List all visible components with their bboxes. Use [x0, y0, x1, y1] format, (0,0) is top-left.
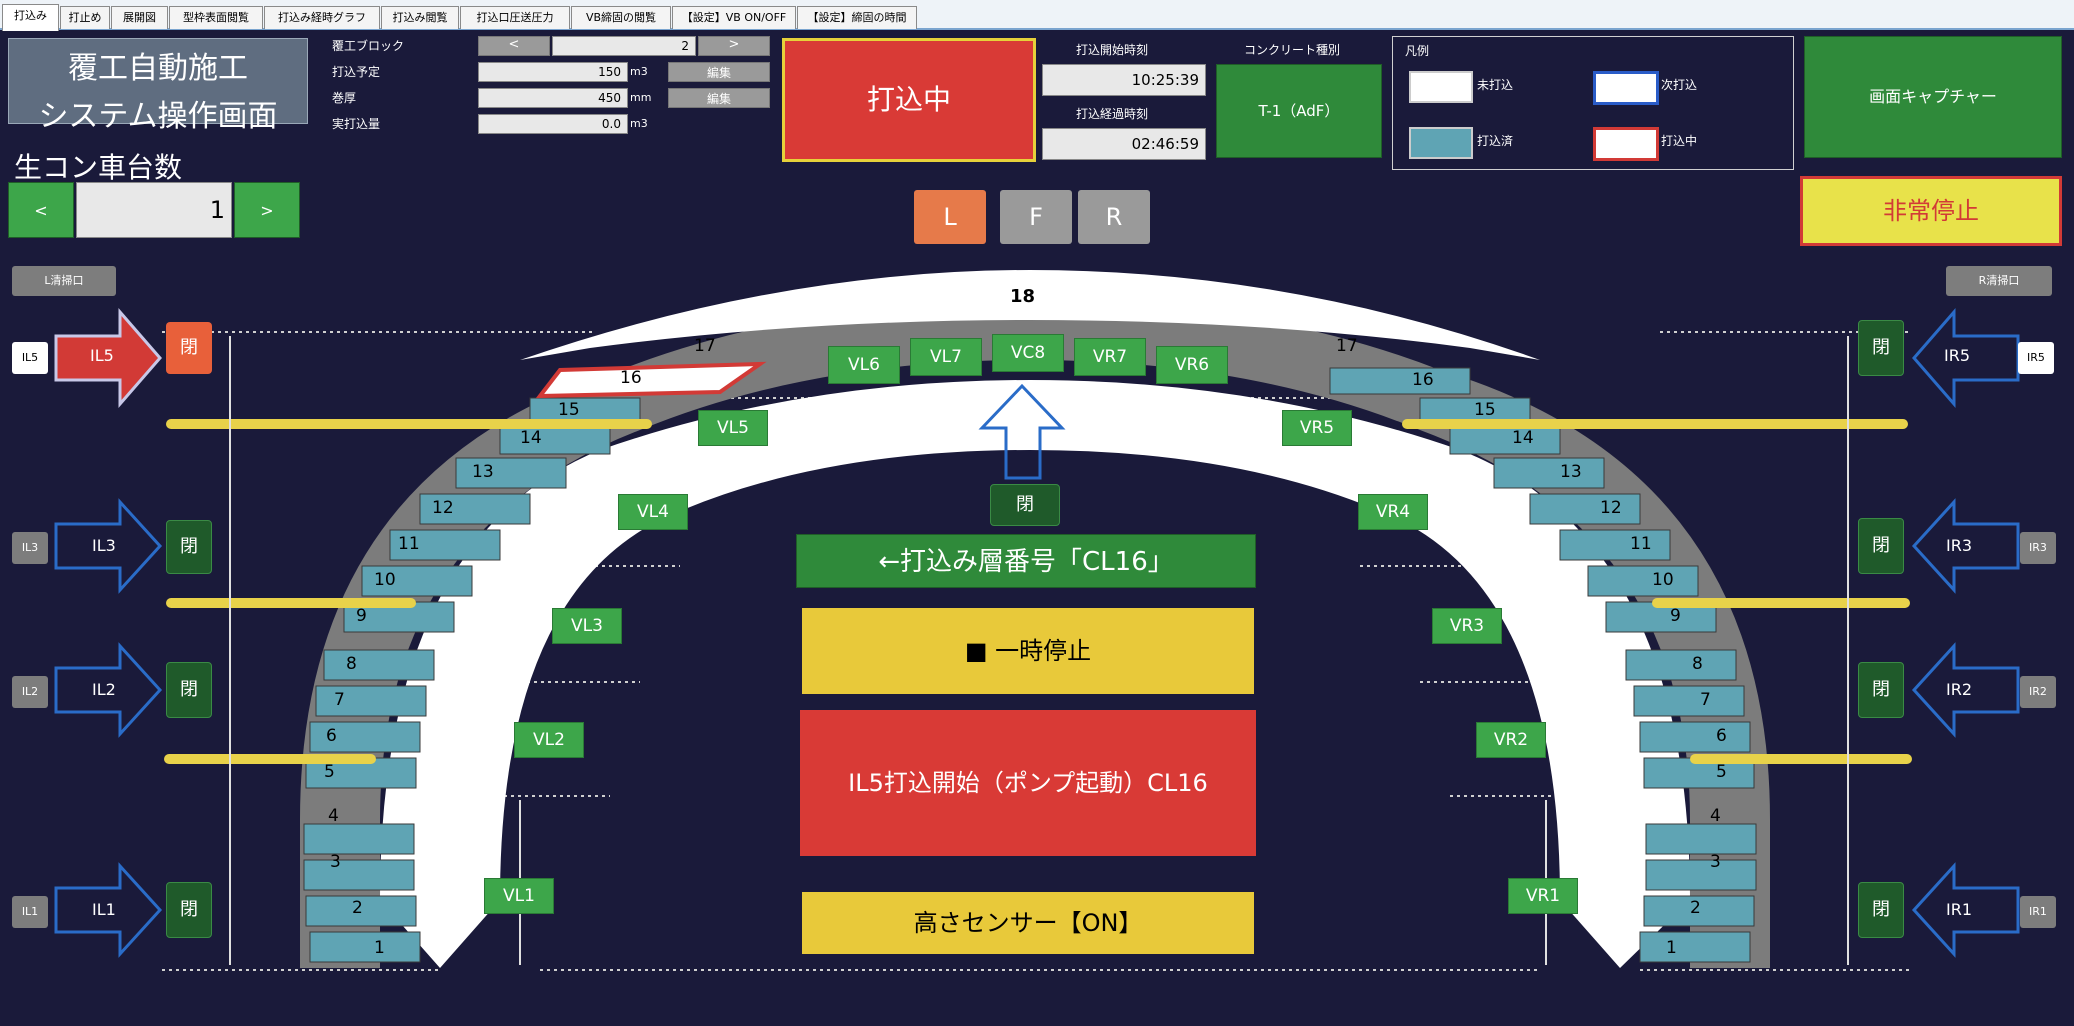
- vibrator-vl2[interactable]: VL2: [514, 722, 584, 758]
- inlet-tag-il1: IL1: [12, 896, 48, 928]
- inlet-arrow-ir6[interactable]: IR6: [1008, 424, 1028, 438]
- layer-3-right: 3: [1710, 852, 1721, 872]
- layer-8-left: 8: [346, 654, 357, 674]
- vibrator-vr7[interactable]: VR7: [1074, 338, 1146, 376]
- layer-5-left: 5: [324, 762, 335, 782]
- inlet-arrow-il1[interactable]: IL1: [92, 900, 116, 919]
- inlet-arrow-il2[interactable]: IL2: [92, 680, 116, 699]
- layer-16-right: 16: [1412, 370, 1434, 390]
- inlet-arrow-ir1[interactable]: IR1: [1946, 900, 1972, 919]
- layer-7-left: 7: [334, 690, 345, 710]
- layer-18: 18: [1010, 286, 1036, 307]
- layer-6-right: 6: [1716, 726, 1727, 746]
- valve-il5-closed[interactable]: 閉: [166, 322, 212, 374]
- layer-17-right: 17: [1336, 336, 1358, 356]
- layer-3-left: 3: [330, 852, 341, 872]
- layer-15-right: 15: [1474, 400, 1496, 420]
- vibrator-vc8[interactable]: VC8: [992, 334, 1064, 372]
- vibrator-vr6[interactable]: VR6: [1156, 346, 1228, 384]
- valve-ir5-closed[interactable]: 閉: [1858, 320, 1904, 376]
- layer-11-left: 11: [398, 534, 420, 554]
- layer-4-left: 4: [328, 806, 339, 826]
- valve-ir3-closed[interactable]: 閉: [1858, 518, 1904, 574]
- layer-14-right: 14: [1512, 428, 1534, 448]
- layer-13-left: 13: [472, 462, 494, 482]
- inlet-tag-ir3: IR3: [2020, 532, 2056, 564]
- layer-10-left: 10: [374, 570, 396, 590]
- inlet-tag-il3: IL3: [12, 532, 48, 564]
- valve-il2-closed[interactable]: 閉: [166, 662, 212, 718]
- layer-1-right: 1: [1666, 938, 1677, 958]
- layer-15-left: 15: [558, 400, 580, 420]
- vibrator-vr3[interactable]: VR3: [1432, 608, 1502, 644]
- layer-1-left: 1: [374, 938, 385, 958]
- inlet-arrow-ir3[interactable]: IR3: [1946, 536, 1972, 555]
- layer-10-right: 10: [1652, 570, 1674, 590]
- valve-il3-closed[interactable]: 閉: [166, 520, 212, 574]
- layer-13-right: 13: [1560, 462, 1582, 482]
- layer-14-left: 14: [520, 428, 542, 448]
- vibrator-vr1[interactable]: VR1: [1508, 878, 1578, 914]
- layer-9-right: 9: [1670, 606, 1681, 626]
- layer-4-right: 4: [1710, 806, 1721, 826]
- layer-number-button[interactable]: ←打込み層番号「CL16」: [796, 534, 1256, 588]
- inlet-arrow-ir2[interactable]: IR2: [1946, 680, 1972, 699]
- layer-6-left: 6: [326, 726, 337, 746]
- inlet-tag-il5: IL5: [12, 342, 48, 374]
- vibrator-vl7[interactable]: VL7: [910, 338, 982, 376]
- valve-ir2-closed[interactable]: 閉: [1858, 662, 1904, 718]
- inlet-tag-ir2: IR2: [2020, 676, 2056, 708]
- start-pour-button[interactable]: IL5打込開始（ポンプ起動）CL16: [800, 710, 1256, 856]
- layer-8-right: 8: [1692, 654, 1703, 674]
- vibrator-vl3[interactable]: VL3: [552, 608, 622, 644]
- vibrator-vr4[interactable]: VR4: [1358, 494, 1428, 530]
- vibrator-vl1[interactable]: VL1: [484, 878, 554, 914]
- layer-12-right: 12: [1600, 498, 1622, 518]
- valve-il1-closed[interactable]: 閉: [166, 882, 212, 938]
- inlet-arrow-il3[interactable]: IL3: [92, 536, 116, 555]
- vibrator-vl6[interactable]: VL6: [828, 346, 900, 384]
- inlet-arrow-ir5[interactable]: IR5: [1944, 346, 1970, 365]
- inlet-tag-il2: IL2: [12, 676, 48, 708]
- layer-9-left: 9: [356, 606, 367, 626]
- valve-ir1-closed[interactable]: 閉: [1858, 882, 1904, 938]
- layer-16-left: 16: [620, 368, 642, 388]
- layer-17-left: 17: [694, 336, 716, 356]
- valve-ir6-closed[interactable]: 閉: [990, 484, 1060, 526]
- inlet-tag-ir5: IR5: [2018, 342, 2054, 374]
- layer-2-right: 2: [1690, 898, 1701, 918]
- layer-2-left: 2: [352, 898, 363, 918]
- layer-11-right: 11: [1630, 534, 1652, 554]
- inlet-arrow-il5[interactable]: IL5: [90, 346, 114, 365]
- layer-7-right: 7: [1700, 690, 1711, 710]
- vibrator-vl5[interactable]: VL5: [698, 410, 768, 446]
- vibrator-vr5[interactable]: VR5: [1282, 410, 1352, 446]
- height-sensor-button[interactable]: 高さセンサー【ON】: [802, 892, 1254, 954]
- pause-button[interactable]: ■ 一時停止: [802, 608, 1254, 694]
- layer-5-right: 5: [1716, 762, 1727, 782]
- inlet-tag-ir1: IR1: [2020, 896, 2056, 928]
- vibrator-vl4[interactable]: VL4: [618, 494, 688, 530]
- vibrator-vr2[interactable]: VR2: [1476, 722, 1546, 758]
- layer-12-left: 12: [432, 498, 454, 518]
